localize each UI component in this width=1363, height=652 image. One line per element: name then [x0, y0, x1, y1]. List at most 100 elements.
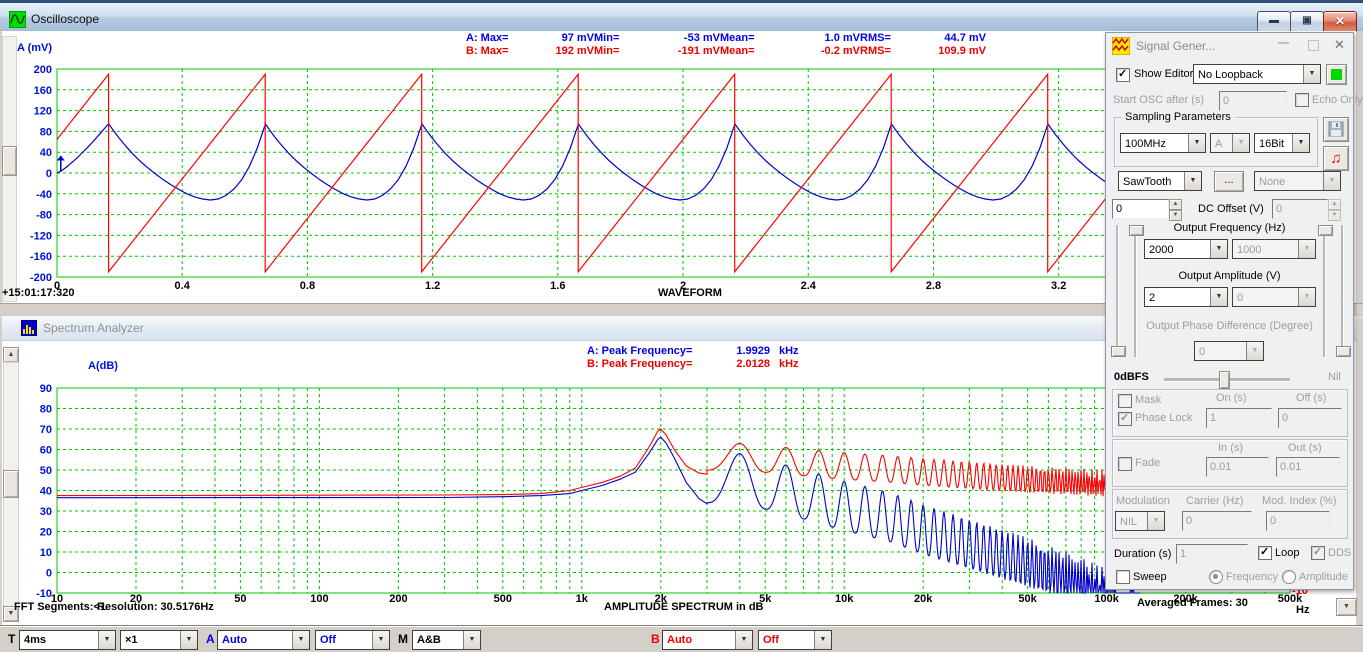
- echo-only-label: Echo Only: [1312, 94, 1363, 106]
- svg-text:10k: 10k: [835, 593, 854, 605]
- frequency-a-select[interactable]: 2000▼: [1144, 239, 1228, 259]
- oscilloscope-timestamp: +15:01:17:320: [2, 287, 74, 299]
- svg-text:1.2: 1.2: [425, 280, 440, 292]
- dbfs-slider-thumb[interactable]: [1219, 371, 1230, 389]
- sweep-frequency-radio: [1209, 570, 1223, 584]
- modulation-label: Modulation: [1116, 495, 1170, 507]
- duration-label: Duration (s): [1114, 548, 1171, 560]
- dc-offset-a-input[interactable]: [1112, 199, 1169, 219]
- svg-text:30: 30: [40, 506, 52, 518]
- channel-b-coupling-select[interactable]: Off▼: [758, 630, 832, 650]
- svg-text:2.8: 2.8: [926, 280, 941, 292]
- run-button[interactable]: [1326, 64, 1347, 85]
- zoom-select[interactable]: ×1▼: [120, 630, 198, 650]
- more-options-button[interactable]: ...: [1214, 171, 1244, 192]
- show-editor-label: Show Editor: [1134, 68, 1193, 80]
- mask-on-input: [1206, 408, 1272, 428]
- slider-thumb[interactable]: [1111, 346, 1126, 357]
- channel-a-label: A: [206, 632, 215, 646]
- trigger-label: T: [8, 632, 15, 646]
- spectrum-dropdown-icon[interactable]: ▼: [1336, 598, 1357, 616]
- svg-text:-160: -160: [30, 251, 52, 263]
- save-button[interactable]: [1323, 117, 1349, 142]
- sampling-parameters-label: Sampling Parameters: [1121, 111, 1235, 123]
- channel-b-range-select[interactable]: Auto▼: [662, 630, 753, 650]
- carrier-label: Carrier (Hz): [1186, 495, 1243, 507]
- fade-out-input: [1276, 457, 1340, 477]
- svg-text:40: 40: [40, 147, 52, 159]
- carrier-input: [1182, 511, 1252, 531]
- chevron-down-icon: ▼: [372, 631, 389, 649]
- title-bar: Oscilloscope ▬ ▣ ✕: [0, 0, 1363, 31]
- svg-text:20: 20: [40, 527, 52, 539]
- spectrum-analyzer-icon: [21, 320, 37, 336]
- chevron-down-icon: ▼: [1210, 240, 1227, 258]
- sweep-label: Sweep: [1133, 571, 1167, 583]
- frequency-b-select: 1000▼: [1232, 239, 1316, 259]
- svg-text:0: 0: [46, 168, 52, 180]
- svg-text:-10: -10: [36, 588, 52, 600]
- chevron-down-icon: ▼: [1232, 134, 1249, 152]
- svg-text:60: 60: [40, 445, 52, 457]
- dds-label: DDS: [1328, 547, 1351, 559]
- dc-offset-b-input: [1272, 199, 1328, 219]
- mod-index-label: Mod. Index (%): [1262, 495, 1337, 507]
- sampling-bits-select[interactable]: 16Bit▼: [1254, 133, 1310, 153]
- maximize-button[interactable]: ▣: [1290, 11, 1324, 33]
- chevron-down-icon: ▼: [463, 631, 480, 649]
- music-note-icon: ♫: [1330, 150, 1341, 167]
- dc-offset-a-spinner[interactable]: ▲▼: [1169, 199, 1182, 219]
- sweep-frequency-label: Frequency: [1226, 571, 1278, 583]
- channel-a-range-select[interactable]: Auto▼: [217, 630, 310, 650]
- minimize-button[interactable]: ▬: [1257, 11, 1291, 33]
- amplitude-slider-a-left[interactable]: [1111, 225, 1124, 357]
- channel-a-coupling-select[interactable]: Off▼: [315, 630, 390, 650]
- show-editor-checkbox[interactable]: [1116, 68, 1130, 82]
- close-button[interactable]: ✕: [1323, 11, 1357, 33]
- play-tone-button[interactable]: ♫: [1323, 146, 1349, 171]
- math-label: M: [398, 632, 408, 646]
- mask-label: Mask: [1135, 394, 1161, 406]
- run-indicator: [1331, 69, 1342, 80]
- chevron-down-icon: ▼: [292, 631, 309, 649]
- fade-label: Fade: [1135, 457, 1160, 469]
- amplitude-slider-b-right: [1336, 225, 1349, 357]
- svg-text:10: 10: [40, 547, 52, 559]
- svg-text:200: 200: [34, 64, 52, 76]
- loop-label: Loop: [1275, 547, 1299, 559]
- slider-thumb[interactable]: [1129, 225, 1144, 236]
- chevron-down-icon: ▼: [1246, 342, 1263, 360]
- sweep-checkbox[interactable]: [1116, 570, 1130, 584]
- svg-text:3.2: 3.2: [1051, 280, 1066, 292]
- svg-text:90: 90: [40, 383, 52, 395]
- svg-text:0.4: 0.4: [175, 280, 191, 292]
- chevron-down-icon: ▼: [1210, 288, 1227, 306]
- svg-text:1.6: 1.6: [550, 280, 565, 292]
- timebase-select[interactable]: 4ms▼: [19, 630, 116, 650]
- dc-offset-label: DC Offset (V): [1198, 203, 1264, 215]
- spectrum-averaged-frames: Averaged Frames: 30: [1137, 597, 1248, 609]
- spectrum-resolution: Resolution: 30.5176Hz: [97, 601, 214, 613]
- sweep-amplitude-radio: [1282, 570, 1296, 584]
- slider-thumb: [1318, 225, 1333, 236]
- chevron-down-icon: ▼: [98, 631, 115, 649]
- spectrum-x-unit: Hz: [1296, 604, 1309, 616]
- svg-text:70: 70: [40, 424, 52, 436]
- frequency-slider-a[interactable]: [1129, 225, 1142, 357]
- amplitude-a-select[interactable]: 2▼: [1144, 287, 1228, 307]
- siggen-minimize-icon[interactable]: —: [1278, 37, 1289, 49]
- sampling-rate-select[interactable]: 100MHz▼: [1120, 133, 1206, 153]
- waveform-b-select: None▼: [1254, 171, 1341, 191]
- math-mode-select[interactable]: A&B▼: [412, 630, 481, 650]
- svg-text:1k: 1k: [576, 593, 589, 605]
- chevron-down-icon: ▼: [1188, 134, 1205, 152]
- chevron-down-icon: ▼: [1292, 134, 1309, 152]
- svg-text:100k: 100k: [1094, 593, 1119, 605]
- svg-text:80: 80: [40, 126, 52, 138]
- loopback-select[interactable]: No Loopback▼: [1193, 64, 1321, 84]
- loop-checkbox[interactable]: [1258, 546, 1272, 560]
- off-s-label: Off (s): [1296, 392, 1326, 404]
- siggen-close-icon[interactable]: ✕: [1334, 37, 1345, 53]
- channel-b-label: B: [651, 632, 660, 646]
- waveform-a-select[interactable]: SawTooth▼: [1118, 171, 1202, 191]
